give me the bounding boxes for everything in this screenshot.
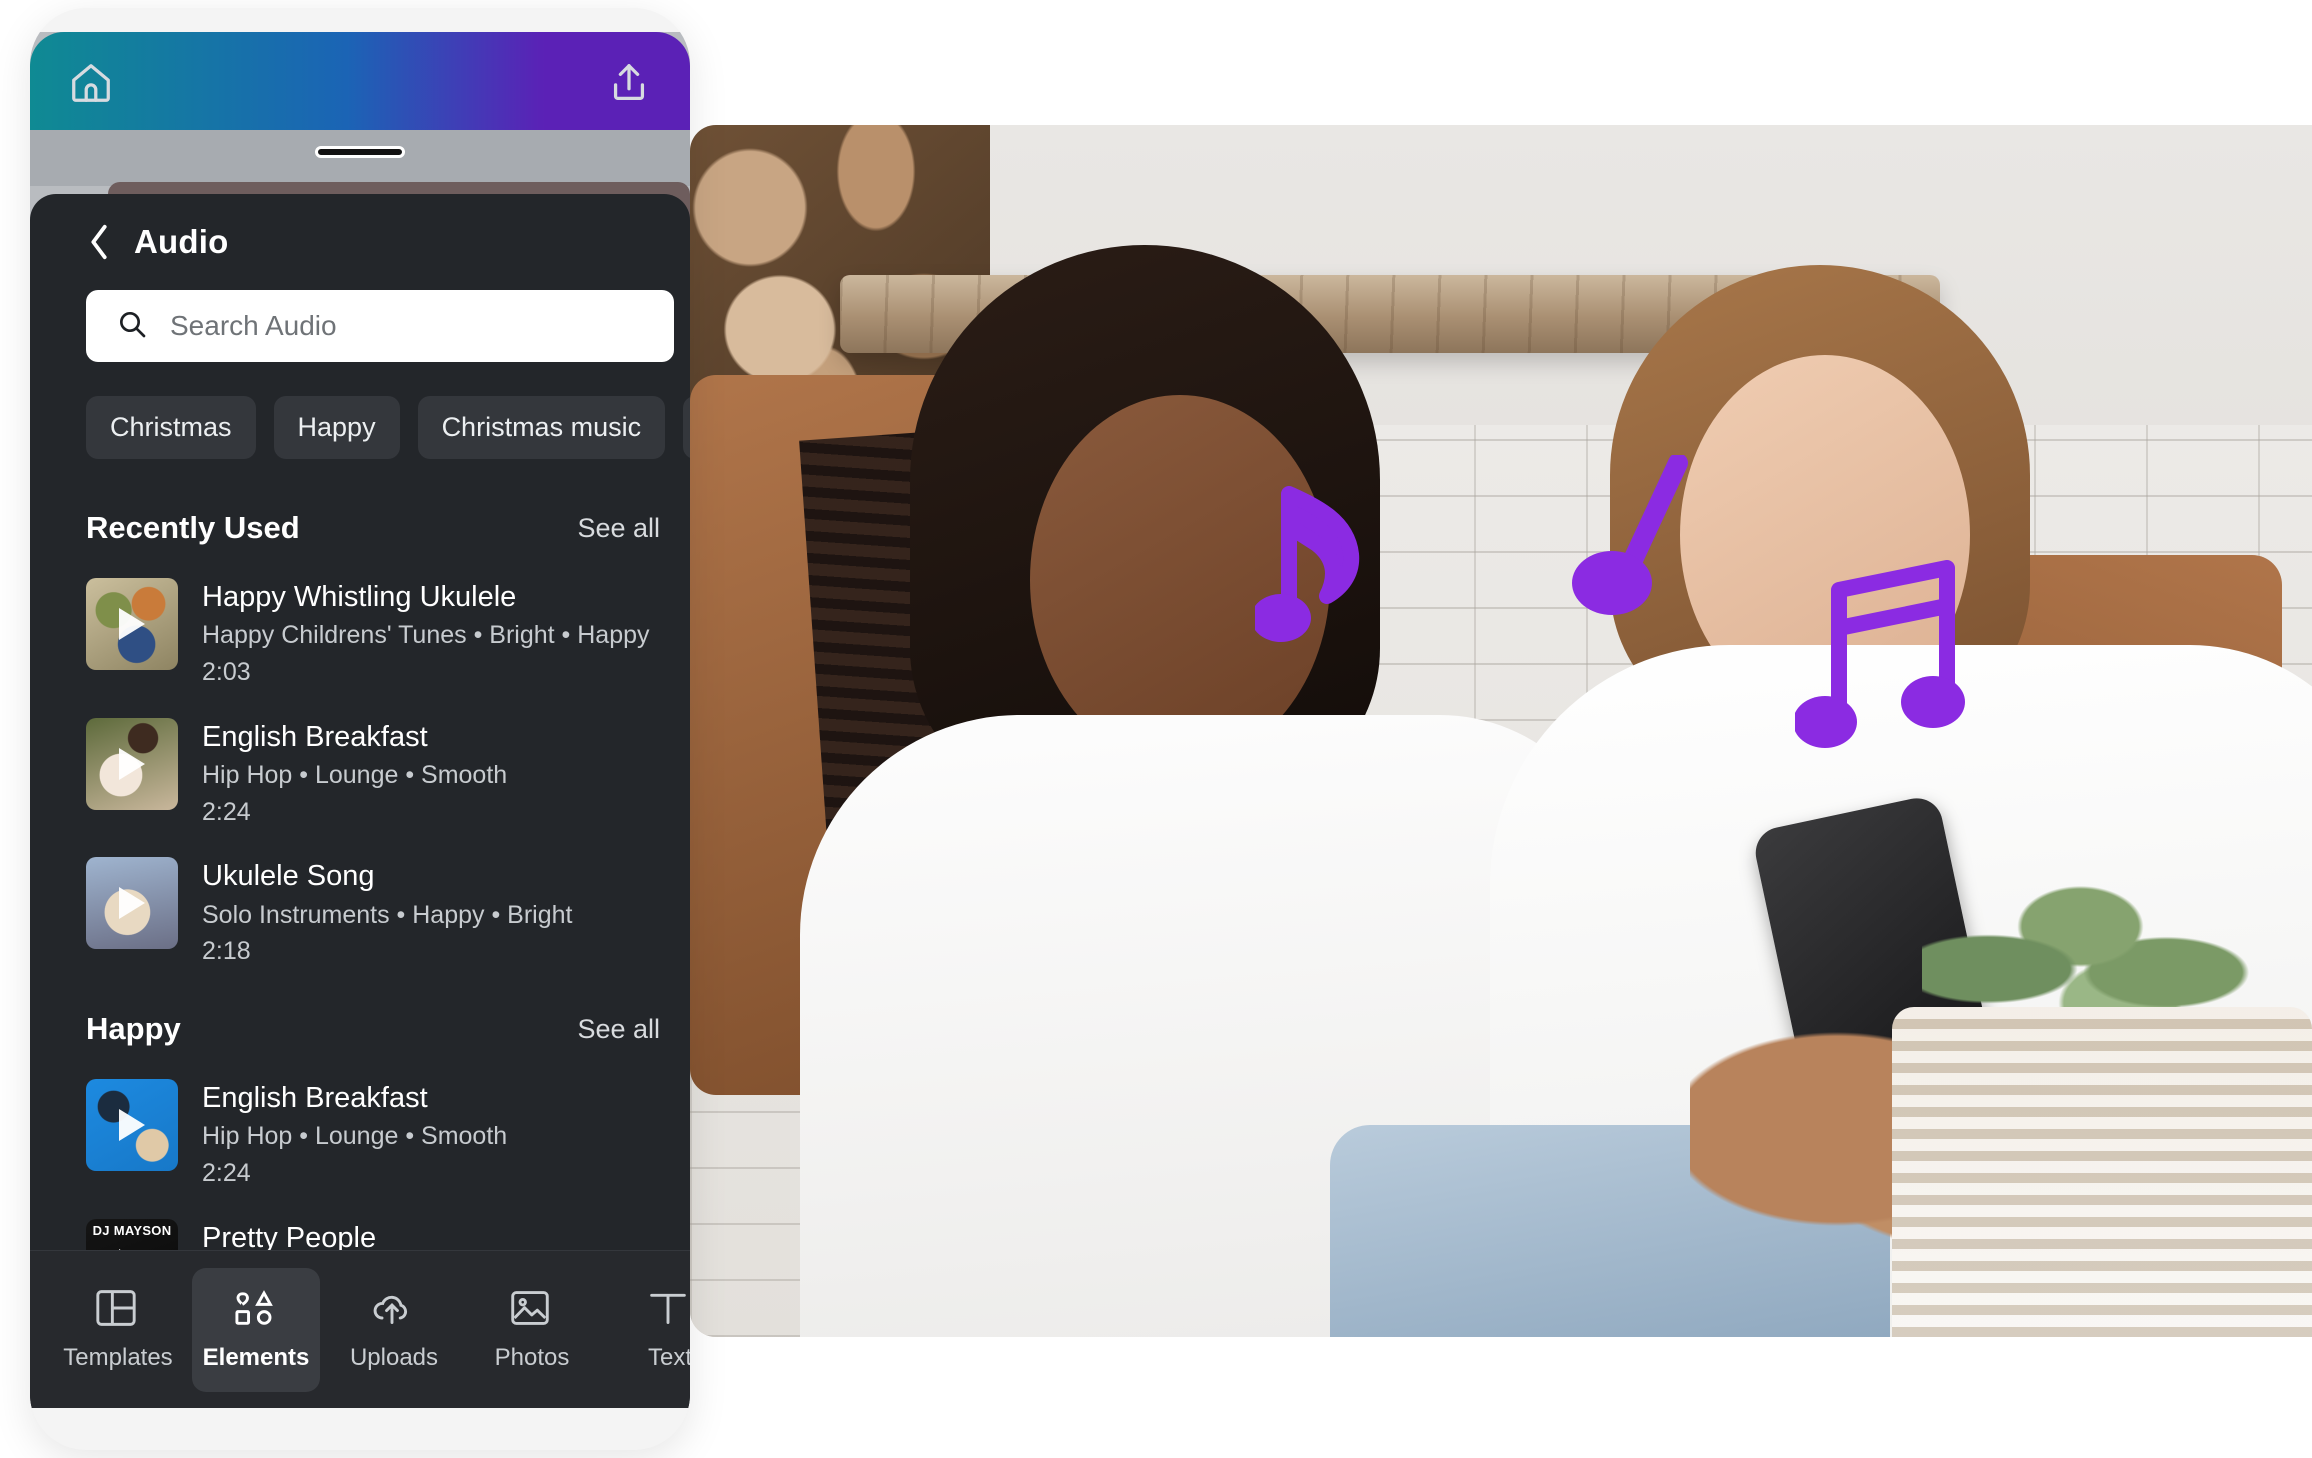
track-title: Happy Whistling Ukulele: [202, 581, 517, 613]
track-title: English Breakfast: [202, 1082, 428, 1115]
elements-icon: [232, 1288, 280, 1332]
search-area: Search Audio: [86, 290, 674, 362]
drag-handle[interactable]: [315, 146, 405, 158]
nav-label: Uploads: [349, 1343, 439, 1371]
track-thumbnail[interactable]: [86, 857, 178, 950]
design-editor-header: [30, 32, 690, 130]
section-title: Recently Used: [86, 510, 300, 545]
track-duration: 2:24: [202, 797, 251, 826]
share-export-icon[interactable]: [606, 60, 652, 106]
track-row[interactable]: Ukulele Song Solo Instruments • Happy • …: [30, 843, 690, 983]
filter-chip-row[interactable]: Christmas Happy Christmas music Happy b: [86, 396, 690, 459]
track-duration: 2:24: [202, 1159, 251, 1188]
home-icon[interactable]: [68, 60, 114, 106]
see-all-link[interactable]: See all: [577, 1014, 660, 1045]
track-subtitle: Happy Childrens' Tunes • Bright • Happy: [202, 621, 650, 650]
bottom-navigation: Templates Elements Uploads Photos Text: [30, 1250, 690, 1408]
templates-icon: [94, 1288, 142, 1332]
track-title: English Breakfast: [202, 720, 428, 753]
screenshot-root: Audio Search Audio Christmas Happy Chris…: [0, 0, 2312, 1458]
track-row[interactable]: Happy Whistling Ukulele Happy Childrens'…: [30, 564, 690, 704]
photo-woven-basket: [1892, 1007, 2312, 1337]
photo-icon: [508, 1288, 556, 1332]
section-header-happy: Happy See all: [30, 983, 690, 1065]
search-icon: [116, 308, 148, 345]
nav-item-photos[interactable]: Photos: [468, 1268, 596, 1392]
quarter-note-icon: [1560, 455, 1690, 635]
phone-device-frame: Audio Search Audio Christmas Happy Chris…: [30, 8, 690, 1450]
track-thumbnail[interactable]: [86, 717, 178, 810]
track-title: Pretty People: [202, 1221, 377, 1250]
track-duration: 2:03: [202, 657, 251, 686]
play-icon: [119, 608, 145, 640]
text-icon: [646, 1288, 690, 1332]
filter-chip-christmas-music[interactable]: Christmas music: [417, 396, 666, 459]
nav-item-templates[interactable]: Templates: [54, 1268, 182, 1392]
page-title: Audio: [134, 223, 229, 260]
canvas-toolbar-strip: [30, 130, 690, 186]
search-input[interactable]: Search Audio: [86, 290, 674, 362]
upload-cloud-icon: [370, 1288, 418, 1332]
audio-list-scroll[interactable]: Recently Used See all Happy Whistling Uk…: [30, 482, 690, 1250]
nav-label: Templates: [63, 1343, 173, 1371]
track-thumbnail[interactable]: [86, 1079, 178, 1172]
nav-label: Text: [647, 1343, 690, 1371]
filter-chip-christmas[interactable]: Christmas: [86, 396, 256, 459]
eighth-note-icon: [1255, 480, 1365, 660]
beamed-note-icon: [1795, 550, 1975, 770]
section-header-recently-used: Recently Used See all: [30, 482, 690, 564]
play-icon: [119, 747, 145, 780]
filter-chip-happy[interactable]: Happy: [273, 396, 400, 459]
nav-item-text[interactable]: Text: [606, 1268, 690, 1392]
track-row[interactable]: Pretty People Electronica & Dance • Happ…: [30, 1205, 690, 1250]
track-title: Ukulele Song: [202, 860, 375, 893]
nav-label: Elements: [202, 1343, 310, 1371]
track-subtitle: Hip Hop • Lounge • Smooth: [202, 760, 508, 789]
track-row[interactable]: English Breakfast Hip Hop • Lounge • Smo…: [30, 1065, 690, 1205]
play-icon: [119, 887, 145, 920]
play-icon: [119, 1109, 145, 1142]
section-title: Happy: [86, 1011, 181, 1047]
track-thumbnail[interactable]: [86, 1218, 178, 1250]
audio-panel: Audio Search Audio Christmas Happy Chris…: [30, 194, 690, 1408]
hero-photo: [690, 125, 2312, 1337]
see-all-link[interactable]: See all: [577, 513, 660, 544]
phone-screen: Audio Search Audio Christmas Happy Chris…: [30, 32, 690, 1408]
track-subtitle: Hip Hop • Lounge • Smooth: [202, 1122, 508, 1151]
track-duration: 2:18: [202, 937, 251, 966]
nav-item-uploads[interactable]: Uploads: [330, 1268, 458, 1392]
track-subtitle: Solo Instruments • Happy • Bright: [202, 900, 573, 929]
search-placeholder: Search Audio: [170, 310, 337, 341]
panel-header: Audio: [30, 194, 690, 290]
track-thumbnail[interactable]: [86, 578, 178, 670]
chevron-left-icon[interactable]: [86, 223, 112, 261]
nav-item-elements[interactable]: Elements: [192, 1267, 320, 1392]
nav-label: Photos: [494, 1343, 570, 1371]
filter-chip-happy-birthday[interactable]: Happy b: [683, 396, 690, 459]
track-row[interactable]: English Breakfast Hip Hop • Lounge • Smo…: [30, 704, 690, 844]
